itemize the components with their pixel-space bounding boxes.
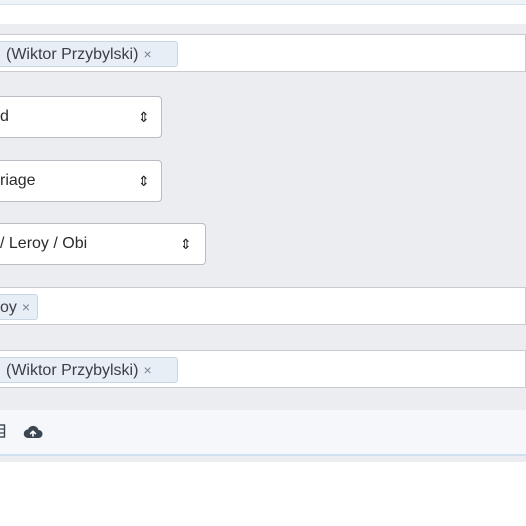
select-field-3[interactable]: / Leroy / Obi ⇕	[0, 223, 206, 265]
select-arrows-icon: ⇕	[138, 173, 150, 189]
tag-chip: (Wiktor Przybylski) ×	[0, 41, 178, 67]
tag-input-authors[interactable]: (Wiktor Przybylski) ×	[0, 34, 526, 72]
tag-label: (Wiktor Przybylski)	[6, 362, 139, 379]
tag-chip: (Wiktor Przybylski) ×	[0, 357, 178, 383]
select-value: d	[0, 108, 9, 125]
select-field-1[interactable]: d ⇕	[0, 96, 162, 138]
tag-remove-button[interactable]: ×	[143, 362, 151, 378]
tag-chip: oy ×	[0, 294, 38, 320]
select-arrows-icon: ⇕	[138, 109, 150, 125]
tag-remove-button[interactable]: ×	[143, 46, 151, 62]
tag-input-field-5[interactable]: oy ×	[0, 287, 526, 325]
table-icon[interactable]	[0, 424, 8, 443]
select-field-2[interactable]: riage ⇕	[0, 160, 162, 202]
top-border-strip	[0, 0, 526, 5]
tag-label: (Wiktor Przybylski)	[6, 46, 139, 63]
select-value: riage	[0, 172, 36, 189]
editor-toolbar	[0, 410, 526, 456]
tag-label: oy	[0, 299, 17, 316]
tag-input-field-6[interactable]: (Wiktor Przybylski) ×	[0, 350, 526, 388]
cloud-upload-icon[interactable]	[23, 425, 43, 444]
tag-remove-button[interactable]: ×	[22, 299, 30, 315]
select-value: / Leroy / Obi	[0, 235, 88, 252]
select-arrows-icon: ⇕	[180, 236, 192, 252]
